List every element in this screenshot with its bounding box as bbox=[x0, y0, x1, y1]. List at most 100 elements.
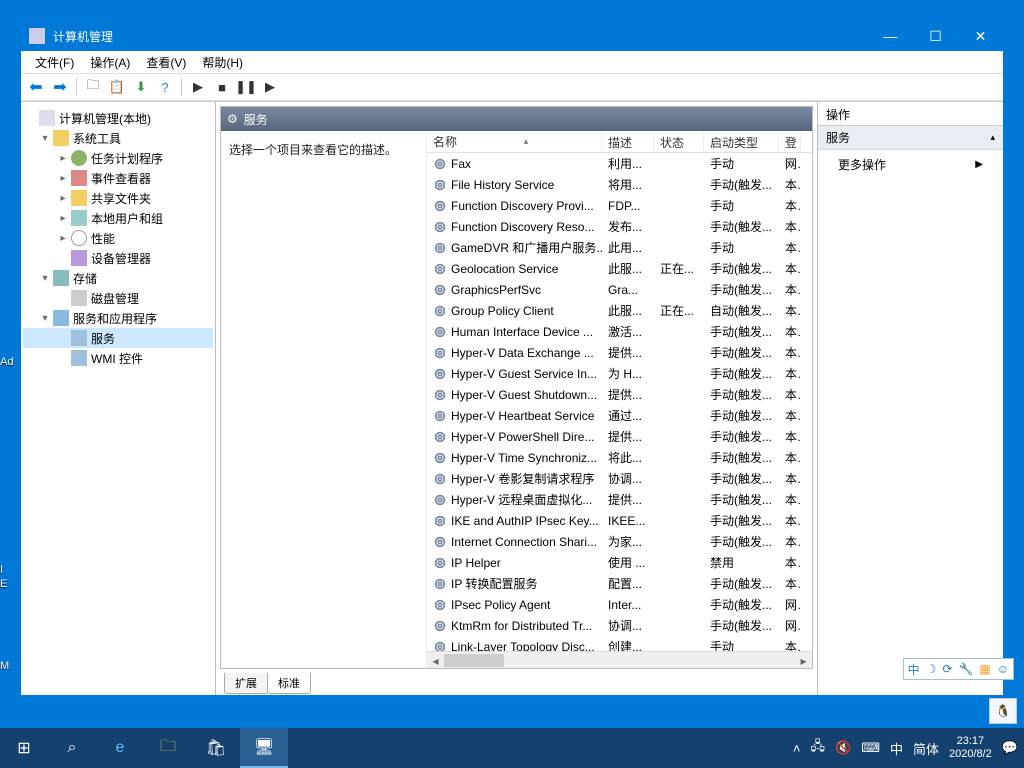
service-row[interactable]: Hyper-V 远程桌面虚拟化...提供...手动(触发...本 bbox=[427, 489, 812, 510]
service-row[interactable]: KtmRm for Distributed Tr...协调...手动(触发...… bbox=[427, 615, 812, 636]
service-row[interactable]: Fax利用...手动网 bbox=[427, 153, 812, 174]
service-row[interactable]: File History Service将用...手动(触发...本 bbox=[427, 174, 812, 195]
tree-shared-folders[interactable]: ▸共享文件夹 bbox=[23, 188, 213, 208]
service-row[interactable]: Hyper-V Time Synchroniz...将此...手动(触发...本 bbox=[427, 447, 812, 468]
tree-pane[interactable]: 计算机管理(本地) ▾系统工具 ▸任务计划程序 ▸事件查看器 ▸共享文件夹 ▸本… bbox=[21, 102, 216, 695]
col-name[interactable]: 名称▴ bbox=[427, 131, 602, 152]
sync-icon[interactable]: ⟳ bbox=[942, 662, 952, 676]
service-row[interactable]: GraphicsPerfSvcGra...手动(触发...本 bbox=[427, 279, 812, 300]
properties-button[interactable]: 📋 bbox=[106, 76, 128, 98]
smile-icon[interactable]: ☺ bbox=[997, 662, 1009, 676]
menu-file[interactable]: 文件(F) bbox=[27, 52, 82, 73]
horizontal-scrollbar[interactable]: ◂ ▸ bbox=[427, 651, 812, 668]
ime-floatbar[interactable]: 中 ☽ ⟳ 🔧 ▦ ☺ bbox=[903, 658, 1014, 680]
ime-indicator[interactable]: 中 bbox=[890, 739, 903, 758]
tree-performance[interactable]: ▸性能 bbox=[23, 228, 213, 248]
tree-disk-management[interactable]: 磁盘管理 bbox=[23, 288, 213, 308]
service-row[interactable]: Geolocation Service此服...正在...手动(触发...本 bbox=[427, 258, 812, 279]
service-row[interactable]: IPsec Policy AgentInter...手动(触发...网 bbox=[427, 594, 812, 615]
export-button[interactable]: ⬇ bbox=[130, 76, 152, 98]
service-row[interactable]: Hyper-V Guest Service In...为 H...手动(触发..… bbox=[427, 363, 812, 384]
maximize-button[interactable]: ☐ bbox=[913, 21, 958, 51]
system-tray[interactable]: ˄ 🖧 🔇 ⌨ 中 简体 23:17 2020/8/2 💬 bbox=[793, 728, 1024, 768]
network-icon[interactable]: 🖧 bbox=[811, 737, 826, 759]
close-button[interactable]: ✕ bbox=[958, 21, 1003, 51]
tree-services[interactable]: 服务 bbox=[23, 328, 213, 348]
restart-service-button[interactable]: ▶ bbox=[259, 76, 281, 98]
col-description[interactable]: 描述 bbox=[602, 131, 654, 152]
service-row[interactable]: Internet Connection Shari...为家...手动(触发..… bbox=[427, 531, 812, 552]
service-row[interactable]: Link-Layer Topology Disc...创建...手动本 bbox=[427, 636, 812, 651]
actions-more[interactable]: 更多操作▶ bbox=[818, 150, 1003, 179]
edge-icon[interactable]: e bbox=[96, 728, 144, 768]
tree-event-viewer[interactable]: ▸事件查看器 bbox=[23, 168, 213, 188]
volume-icon[interactable]: 🔇 bbox=[835, 740, 851, 756]
description-column: 选择一个项目来查看它的描述。 bbox=[221, 131, 426, 668]
service-row[interactable]: IKE and AuthIP IPsec Key...IKEE...手动(触发.… bbox=[427, 510, 812, 531]
tray-chevron-icon[interactable]: ˄ bbox=[793, 741, 801, 756]
tab-standard[interactable]: 标准 bbox=[267, 673, 311, 694]
center-pane: ⚙ 服务 选择一个项目来查看它的描述。 名称▴ 描述 状态 启动类型 登 Fax… bbox=[216, 102, 818, 695]
col-status[interactable]: 状态 bbox=[654, 131, 704, 152]
ime-lang[interactable]: 简体 bbox=[913, 739, 939, 758]
moon-icon[interactable]: ☽ bbox=[926, 662, 937, 676]
minimize-button[interactable]: — bbox=[868, 21, 913, 51]
tree-local-users[interactable]: ▸本地用户和组 bbox=[23, 208, 213, 228]
qq-icon[interactable]: 🐧 bbox=[989, 698, 1017, 724]
store-icon[interactable]: 🛍 bbox=[192, 728, 240, 768]
service-row[interactable]: IP Helper使用 ...禁用本 bbox=[427, 552, 812, 573]
keyboard-icon[interactable]: ⌨ bbox=[861, 740, 880, 756]
notifications-icon[interactable]: 💬 bbox=[1002, 740, 1018, 756]
help-button[interactable]: ? bbox=[154, 76, 176, 98]
service-row[interactable]: Function Discovery Reso...发布...手动(触发...本 bbox=[427, 216, 812, 237]
menu-action[interactable]: 操作(A) bbox=[82, 52, 138, 73]
up-button[interactable]: 🗀 bbox=[82, 76, 104, 98]
tree-wmi[interactable]: WMI 控件 bbox=[23, 348, 213, 368]
service-row[interactable]: Hyper-V 卷影复制请求程序协调...手动(触发...本 bbox=[427, 468, 812, 489]
search-button[interactable]: ⌕ bbox=[48, 728, 96, 768]
stop-service-button[interactable]: ■ bbox=[211, 76, 233, 98]
col-logon[interactable]: 登 bbox=[779, 131, 801, 152]
tree-root[interactable]: 计算机管理(本地) bbox=[23, 108, 213, 128]
computer-management-taskbar-icon[interactable]: 🖥 bbox=[240, 728, 288, 768]
service-row[interactable]: Group Policy Client此服...正在...自动(触发...本 bbox=[427, 300, 812, 321]
service-row[interactable]: Hyper-V Guest Shutdown...提供...手动(触发...本 bbox=[427, 384, 812, 405]
actions-pane: 操作 服务▴ 更多操作▶ bbox=[818, 102, 1003, 695]
menu-view[interactable]: 查看(V) bbox=[138, 52, 194, 73]
gear-icon: ⚙ bbox=[227, 112, 238, 126]
tree-storage[interactable]: ▾存储 bbox=[23, 268, 213, 288]
tree-services-apps[interactable]: ▾服务和应用程序 bbox=[23, 308, 213, 328]
clock[interactable]: 23:17 2020/8/2 bbox=[949, 735, 992, 761]
actions-group-services[interactable]: 服务▴ bbox=[818, 126, 1003, 150]
pause-service-button[interactable]: ❚❚ bbox=[235, 76, 257, 98]
taskbar[interactable]: ⊞ ⌕ e 🗀 🛍 🖥 ˄ 🖧 🔇 ⌨ 中 简体 23:17 2020/8/2 … bbox=[0, 728, 1024, 768]
start-button[interactable]: ⊞ bbox=[0, 728, 48, 768]
col-startup-type[interactable]: 启动类型 bbox=[704, 131, 779, 152]
tab-extended[interactable]: 扩展 bbox=[224, 673, 268, 694]
desktop-label: M bbox=[0, 660, 9, 672]
explorer-icon[interactable]: 🗀 bbox=[144, 728, 192, 768]
titlebar[interactable]: 计算机管理 — ☐ ✕ bbox=[21, 21, 1003, 51]
service-row[interactable]: Hyper-V Data Exchange ...提供...手动(触发...本 bbox=[427, 342, 812, 363]
forward-button[interactable]: ➡ bbox=[49, 76, 71, 98]
tree-device-manager[interactable]: 设备管理器 bbox=[23, 248, 213, 268]
toolbar: ⬅ ➡ 🗀 📋 ⬇ ? ▶ ■ ❚❚ ▶ bbox=[21, 73, 1003, 101]
service-row[interactable]: Function Discovery Provi...FDP...手动本 bbox=[427, 195, 812, 216]
start-service-button[interactable]: ▶ bbox=[187, 76, 209, 98]
tool-icon[interactable]: 🔧 bbox=[958, 662, 973, 676]
box-icon[interactable]: ▦ bbox=[979, 662, 990, 676]
view-tabs: 扩展 标准 bbox=[216, 673, 817, 695]
chevron-right-icon: ▶ bbox=[975, 159, 983, 170]
tree-task-scheduler[interactable]: ▸任务计划程序 bbox=[23, 148, 213, 168]
tree-system-tools[interactable]: ▾系统工具 bbox=[23, 128, 213, 148]
app-icon bbox=[29, 28, 45, 44]
service-row[interactable]: GameDVR 和广播用户服务...此用...手动本 bbox=[427, 237, 812, 258]
service-row[interactable]: IP 转换配置服务配置...手动(触发...本 bbox=[427, 573, 812, 594]
menu-help[interactable]: 帮助(H) bbox=[194, 52, 251, 73]
ime-mode[interactable]: 中 bbox=[908, 661, 920, 678]
service-row[interactable]: Human Interface Device ...激活...手动(触发...本 bbox=[427, 321, 812, 342]
service-row[interactable]: Hyper-V PowerShell Dire...提供...手动(触发...本 bbox=[427, 426, 812, 447]
service-row[interactable]: Hyper-V Heartbeat Service通过...手动(触发...本 bbox=[427, 405, 812, 426]
column-headers[interactable]: 名称▴ 描述 状态 启动类型 登 bbox=[427, 131, 812, 153]
back-button[interactable]: ⬅ bbox=[25, 76, 47, 98]
